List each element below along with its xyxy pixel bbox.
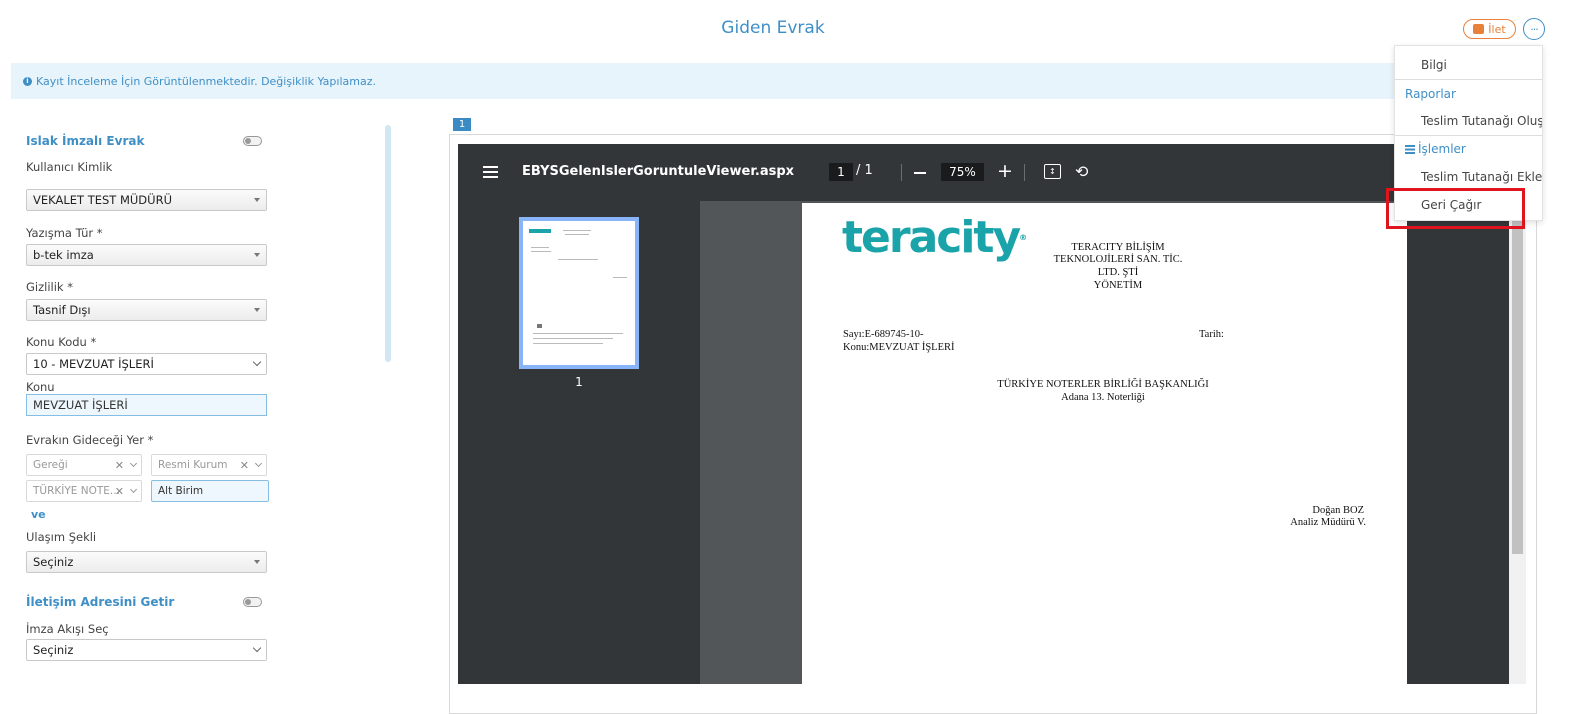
info-text: Kayıt İnceleme İçin Görüntülenmektedir. … (36, 74, 376, 88)
geregi-select[interactable]: Gereği ✕ (26, 454, 142, 476)
clear-icon[interactable]: ✕ (240, 459, 249, 472)
imza-akisi-value: Seçiniz (33, 643, 74, 657)
caret-down-icon (254, 308, 260, 312)
pdf-viewer: EBYSGelenIslerGoruntuleViewer.aspx 1 / 1… (458, 144, 1526, 684)
ilet-label: İlet (1488, 22, 1506, 36)
company-line: YÖNETİM (1093, 280, 1143, 291)
doc-signer-name: Doğan BOZ (1312, 505, 1364, 516)
rotate-icon[interactable]: ⟲ (1075, 162, 1088, 182)
kurum-select[interactable]: TÜRKİYE NOTE... ✕ (26, 480, 142, 502)
company-line: TERACITY BİLİŞİM (1071, 242, 1165, 253)
caret-down-icon (254, 198, 260, 202)
info-circle-icon: i (23, 76, 32, 86)
iletisim-adresi-toggle[interactable] (243, 597, 262, 607)
yazisma-tur-select[interactable]: b-tek imza (26, 244, 267, 266)
zoom-out-icon[interactable] (914, 172, 926, 174)
geregi-value: Gereği (33, 459, 68, 471)
doc-sayi: Sayı:E-689745-10- (843, 329, 924, 340)
ilet-button[interactable]: İlet (1463, 19, 1516, 39)
page-number-input[interactable]: 1 (829, 163, 853, 181)
clear-icon[interactable]: ✕ (115, 485, 124, 498)
konu-kodu-select[interactable]: 10 - MEVZUAT İŞLERİ (26, 353, 267, 375)
toolbar-divider (901, 164, 902, 181)
pdf-toolbar: EBYSGelenIslerGoruntuleViewer.aspx 1 / 1… (458, 144, 1526, 201)
kullanici-kimlik-label: Kullanıcı Kimlik (26, 160, 113, 174)
chevron-down-icon (129, 459, 138, 468)
total-pages: / 1 (856, 163, 873, 178)
page-title: Giden Evrak (721, 18, 825, 38)
company-line: TEKNOLOJİLERİ SAN. TİC. (1053, 254, 1183, 265)
teracity-logo: teracity® (842, 212, 1028, 263)
ulasim-select[interactable]: Seçiniz (26, 551, 267, 573)
imza-akisi-label: İmza Akışı Seç (26, 622, 109, 636)
resmi-kurum-select[interactable]: Resmi Kurum ✕ (151, 454, 267, 476)
kurum-value: TÜRKİYE NOTE... (33, 485, 120, 497)
chevron-down-icon (129, 485, 138, 494)
yazisma-tur-label: Yazışma Tür * (26, 226, 103, 240)
doc-tarih: Tarih: (1199, 329, 1224, 340)
gizlilik-label: Gizlilik * (26, 280, 73, 294)
menu-icon[interactable] (483, 166, 498, 178)
kullanici-kimlik-value: VEKALET TEST MÜDÜRÜ (33, 193, 172, 207)
imza-akisi-select[interactable]: Seçiniz (26, 639, 267, 661)
konu-kodu-value: 10 - MEVZUAT İŞLERİ (33, 357, 154, 371)
geri-cagir-highlight (1386, 188, 1525, 229)
readonly-info-bar: i Kayıt İnceleme İçin Görüntülenmektedir… (11, 63, 1394, 99)
konu-input[interactable]: MEVZUAT İŞLERİ (26, 394, 267, 416)
ulasim-label: Ulaşım Şekli (26, 530, 97, 544)
zoom-level-input[interactable]: 75% (941, 163, 984, 181)
company-line: LTD. ŞTİ (1097, 267, 1139, 278)
menu-header-islemler: İşlemler (1395, 142, 1542, 156)
forward-icon (1473, 24, 1485, 34)
konu-kodu-label: Konu Kodu * (26, 335, 97, 349)
caret-down-icon (254, 560, 260, 564)
viewer-scroll-thumb[interactable] (1512, 209, 1523, 554)
gizlilik-select[interactable]: Tasnif Dışı (26, 299, 267, 321)
thumbnail-sidebar: 1 (458, 201, 700, 684)
chevron-down-icon (252, 357, 262, 367)
menu-item-teslim-ekle[interactable]: Teslim Tutanağı Ekle (1395, 170, 1542, 184)
menu-item-bilgi[interactable]: Bilgi (1395, 58, 1542, 72)
toolbar-divider (1024, 164, 1025, 181)
kullanici-kimlik-select[interactable]: VEKALET TEST MÜDÜRÜ (26, 189, 267, 211)
alt-birim-input[interactable]: Alt Birim (151, 480, 269, 502)
menu-header-raporlar: Raporlar (1405, 87, 1456, 101)
page-thumbnail[interactable] (519, 217, 639, 369)
form-scrollbar[interactable] (385, 125, 391, 362)
more-options-button[interactable]: ··· (1523, 18, 1545, 40)
fit-page-icon[interactable]: ↕ (1044, 164, 1061, 179)
menu-item-teslim-olustur[interactable]: Teslim Tutanağı Oluştur (1395, 114, 1542, 128)
doc-konu: Konu:MEVZUAT İŞLERİ (843, 342, 955, 353)
chevron-down-icon (254, 459, 263, 468)
pdf-filename: EBYSGelenIslerGoruntuleViewer.aspx (522, 164, 795, 179)
doc-signer-title: Analiz Müdürü V. (1290, 517, 1366, 528)
caret-down-icon (254, 253, 260, 257)
page-badge: 1 (453, 118, 471, 131)
viewer-gutter (1407, 201, 1509, 684)
doc-recipient: TÜRKİYE NOTERLER BİRLİĞİ BAŞKANLIĞI (997, 379, 1209, 390)
doc-recipient: Adana 13. Noterliği (1061, 392, 1145, 403)
list-icon (1405, 144, 1415, 154)
resmi-kurum-value: Resmi Kurum (158, 459, 228, 471)
menu-divider (1395, 135, 1542, 136)
ve-link[interactable]: ve (31, 508, 46, 521)
viewer-scrollbar[interactable] (1509, 201, 1526, 684)
konu-label: Konu (26, 380, 55, 394)
ulasim-value: Seçiniz (33, 555, 74, 569)
gizlilik-value: Tasnif Dışı (33, 303, 91, 317)
thumbnail-page-number: 1 (575, 375, 583, 389)
islak-imzali-toggle[interactable] (243, 136, 262, 146)
yazisma-tur-value: b-tek imza (33, 248, 94, 262)
iletisim-adresi-label: İletişim Adresini Getir (26, 595, 175, 609)
clear-icon[interactable]: ✕ (115, 459, 124, 472)
zoom-in-icon[interactable]: + (997, 161, 1013, 181)
chevron-down-icon (252, 643, 262, 653)
menu-divider (1395, 79, 1542, 80)
pdf-page: teracity® TERACITY BİLİŞİM TEKNOLOJİLERİ… (802, 203, 1407, 684)
islak-imzali-label: Islak İmzalı Evrak (26, 134, 145, 148)
gidecegi-yer-label: Evrakın Gideceği Yer * (26, 433, 154, 447)
